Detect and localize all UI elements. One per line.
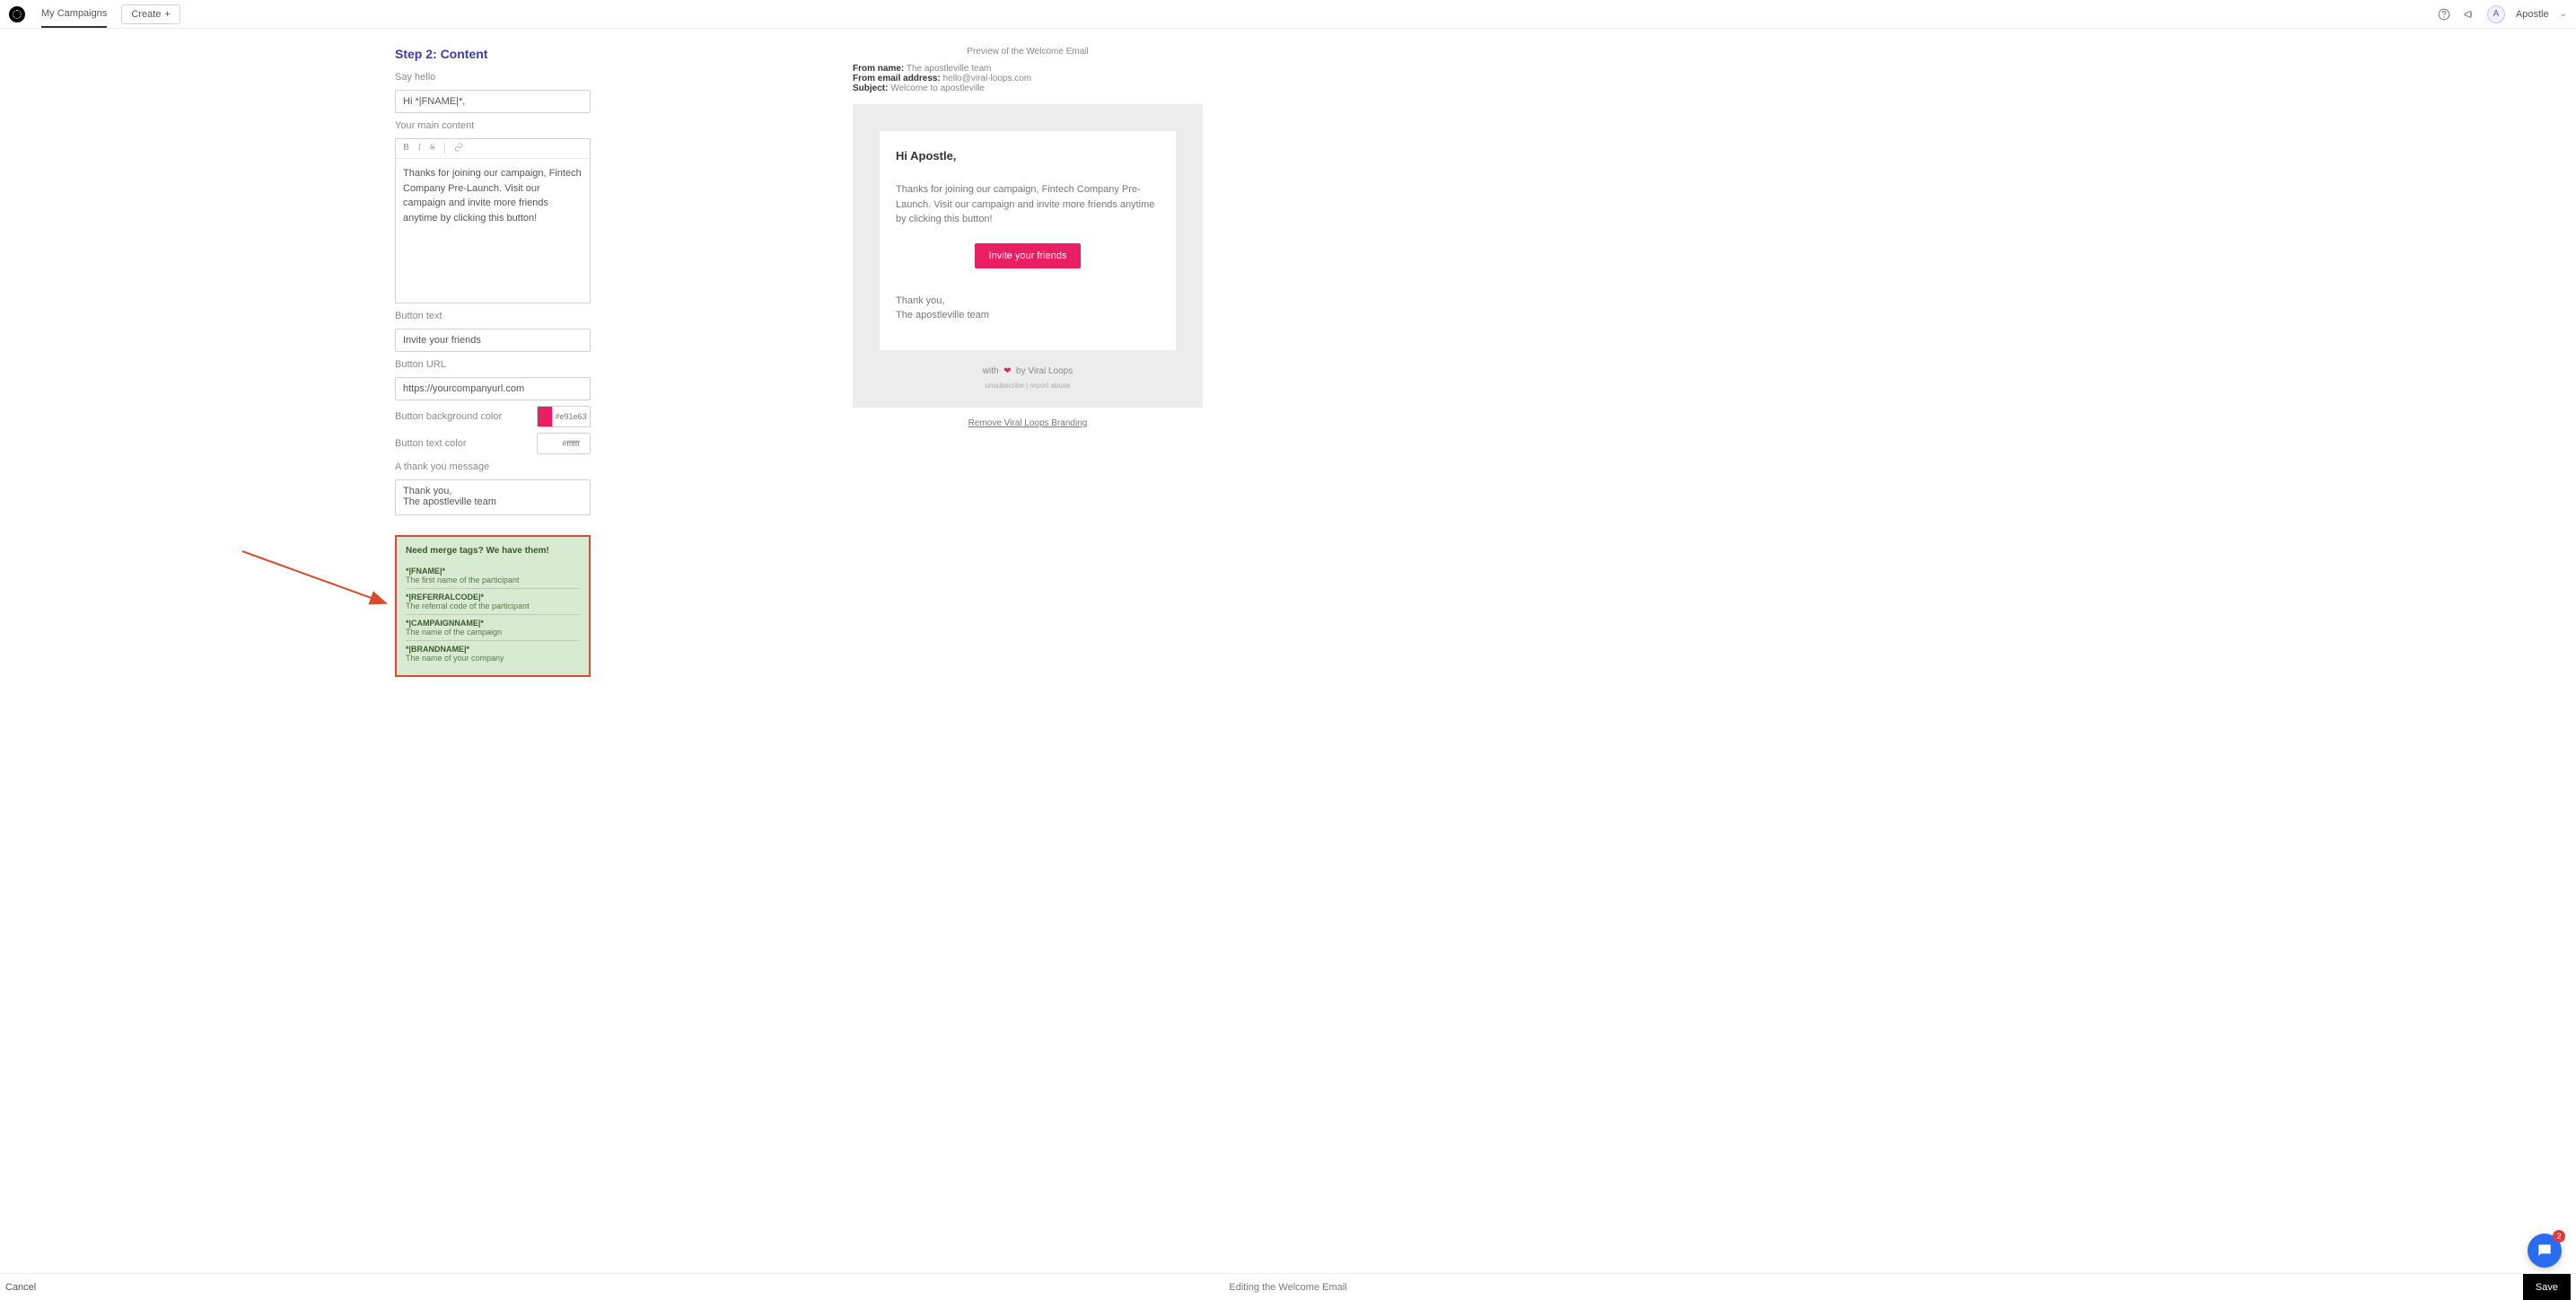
merge-tag-label: *|FNAME|* — [406, 567, 580, 575]
nav-my-campaigns[interactable]: My Campaigns — [41, 1, 107, 28]
merge-tag-desc: The first name of the participant — [406, 575, 580, 584]
from-email-line: From email address: hello@viral-loops.co… — [853, 74, 1203, 83]
italic-button[interactable]: I — [418, 143, 421, 154]
create-button-label: Create — [131, 9, 161, 20]
text-color-input[interactable] — [552, 434, 590, 453]
bg-color-input[interactable] — [552, 407, 590, 426]
merge-tag-label: *|REFERRALCODE|* — [406, 593, 580, 602]
cancel-button[interactable]: Cancel — [5, 1282, 36, 1293]
intercom-launcher[interactable]: 2 — [2528, 1234, 2562, 1268]
email-cta-wrap: Invite your friends — [896, 243, 1160, 268]
email-greeting: Hi Apostle, — [896, 149, 1160, 162]
email-signoff: Thank you, The apostleville team — [896, 294, 1160, 323]
main-content-label: Your main content — [395, 120, 790, 131]
subject-line: Subject: Welcome to apostleville — [853, 83, 1203, 93]
email-cta-button[interactable]: Invite your friends — [975, 243, 1082, 268]
plus-icon: + — [164, 9, 170, 20]
merge-tag-brandname: *|BRANDNAME|* The name of your company — [406, 641, 580, 666]
username-label: Apostle — [2516, 9, 2549, 20]
footer-bar: Cancel Editing the Welcome Email Save — [0, 1273, 2576, 1300]
button-url-label: Button URL — [395, 359, 790, 370]
text-color-label: Button text color — [395, 438, 467, 449]
save-button[interactable]: Save — [2523, 1274, 2571, 1300]
intercom-badge: 2 — [2553, 1230, 2565, 1243]
link-button[interactable] — [454, 143, 463, 154]
merge-tags-title: Need merge tags? We have them! — [406, 546, 580, 556]
email-body: Hi Apostle, Thanks for joining our campa… — [880, 131, 1176, 350]
editor-content[interactable]: Thanks for joining our campaign, Fintech… — [396, 159, 590, 303]
branding-sub-line: unsubscribe | report abuse — [880, 382, 1176, 390]
from-name-value: The apostleville team — [907, 64, 992, 74]
from-email-label: From email address: — [853, 74, 941, 83]
thank-you-input[interactable]: Thank you, The apostleville team — [395, 479, 591, 515]
merge-tag-referralcode: *|REFERRALCODE|* The referral code of th… — [406, 589, 580, 615]
rich-text-editor: B I S Thanks for joining our campaign, F… — [395, 138, 591, 303]
main-content: Step 2: Content Say hello Your main cont… — [0, 29, 2576, 1273]
preview-title: Preview of the Welcome Email — [853, 47, 1203, 57]
remove-branding-link[interactable]: Remove Viral Loops Branding — [853, 418, 1203, 428]
thank-you-label: A thank you message — [395, 461, 790, 472]
branding-prefix: with — [983, 366, 999, 376]
subject-value: Welcome to apostleville — [890, 83, 985, 93]
create-button[interactable]: Create + — [121, 4, 180, 24]
merge-tag-campaignname: *|CAMPAIGNNAME|* The name of the campaig… — [406, 615, 580, 641]
unsubscribe-link[interactable]: unsubscribe — [986, 382, 1024, 390]
preview-column: Preview of the Welcome Email From name: … — [853, 47, 1203, 1237]
merge-tags-panel: Need merge tags? We have them! *|FNAME|*… — [395, 535, 591, 677]
bg-color-swatch[interactable] — [538, 407, 552, 426]
avatar[interactable]: A — [2487, 5, 2505, 23]
merge-tag-fname: *|FNAME|* The first name of the particip… — [406, 563, 580, 589]
branding-line: with ❤ by Viral Loops — [880, 366, 1176, 376]
from-name-label: From name: — [853, 64, 904, 74]
bg-color-picker[interactable] — [537, 406, 591, 427]
merge-tag-label: *|BRANDNAME|* — [406, 645, 580, 654]
heart-icon: ❤ — [1001, 366, 1013, 376]
chat-icon — [2536, 1242, 2554, 1260]
text-color-picker[interactable] — [537, 433, 591, 454]
merge-tag-desc: The name of the campaign — [406, 628, 580, 637]
thank-you-line1: Thank you, — [403, 486, 583, 496]
form-column: Step 2: Content Say hello Your main cont… — [395, 47, 790, 1237]
report-abuse-link[interactable]: report abuse — [1030, 382, 1070, 390]
chevron-down-icon[interactable]: ⌄ — [2560, 9, 2567, 19]
strike-button[interactable]: S — [430, 143, 435, 154]
editor-toolbar: B I S — [396, 139, 590, 159]
signoff-line2: The apostleville team — [896, 308, 1160, 323]
from-name-line: From name: The apostleville team — [853, 64, 1203, 74]
help-icon[interactable] — [2437, 7, 2451, 22]
from-email-value: hello@viral-loops.com — [943, 74, 1032, 83]
branding-suffix: by Viral Loops — [1016, 366, 1073, 376]
merge-tag-desc: The referral code of the participant — [406, 602, 580, 610]
bg-color-label: Button background color — [395, 411, 502, 422]
brand-logo-icon — [9, 6, 25, 22]
button-text-input[interactable] — [395, 329, 591, 352]
annotation-arrow-icon — [241, 549, 402, 621]
subject-label: Subject: — [853, 83, 888, 93]
megaphone-icon[interactable] — [2462, 7, 2476, 22]
email-preview-frame: Hi Apostle, Thanks for joining our campa… — [853, 104, 1203, 408]
bold-button[interactable]: B — [403, 143, 409, 154]
top-nav-right: A Apostle ⌄ — [2437, 5, 2567, 23]
thank-you-line2: The apostleville team — [403, 496, 583, 507]
button-url-input[interactable] — [395, 377, 591, 400]
toolbar-separator — [444, 143, 445, 154]
say-hello-input[interactable] — [395, 90, 591, 113]
signoff-line1: Thank you, — [896, 294, 1160, 309]
email-body-text: Thanks for joining our campaign, Fintech… — [896, 182, 1160, 227]
footer-status-label: Editing the Welcome Email — [1229, 1282, 1346, 1293]
button-text-label: Button text — [395, 311, 790, 321]
merge-tag-label: *|CAMPAIGNNAME|* — [406, 619, 580, 628]
top-nav: My Campaigns Create + A Apostle ⌄ — [0, 0, 2576, 29]
merge-tag-desc: The name of your company — [406, 654, 580, 663]
text-color-swatch[interactable] — [538, 434, 552, 453]
step-title: Step 2: Content — [395, 47, 790, 61]
say-hello-label: Say hello — [395, 72, 790, 83]
